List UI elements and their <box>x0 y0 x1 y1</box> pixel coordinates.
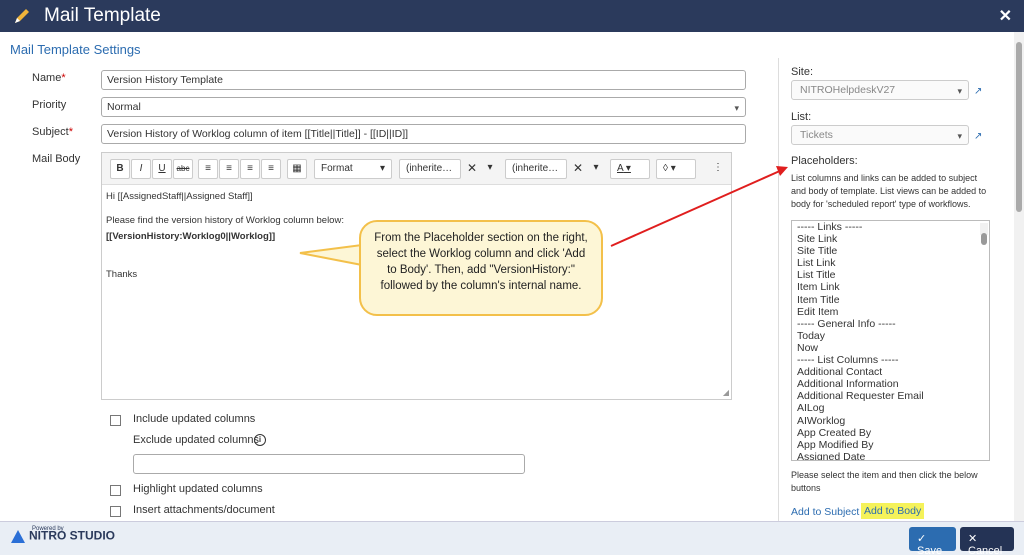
placeholder-option[interactable]: ----- General Info ----- <box>792 318 989 330</box>
add-to-subject-link[interactable]: Add to Subject <box>791 506 859 518</box>
placeholder-option[interactable]: AIWorklog <box>792 415 989 427</box>
instruction-callout: From the Placeholder section on the righ… <box>359 220 603 316</box>
pencil-icon <box>15 9 29 23</box>
select-hint: Please select the item and then click th… <box>791 470 978 493</box>
background-color-icon[interactable]: ◊ ▾ <box>656 159 696 179</box>
name-label: Name* <box>32 72 66 84</box>
subject-input[interactable]: Version History of Worklog column of ite… <box>101 124 746 144</box>
include-updated-checkbox[interactable] <box>110 415 121 426</box>
dialog-footer <box>0 521 1024 555</box>
clear-icon[interactable]: ✕ <box>462 159 482 179</box>
scrollbar[interactable] <box>980 223 988 246</box>
site-label: Site: <box>791 66 814 78</box>
page-scrollbar[interactable] <box>1014 32 1024 521</box>
list-select[interactable]: Tickets ▾ <box>791 125 969 145</box>
subject-label: Subject* <box>32 126 73 138</box>
placeholder-option[interactable]: Site Title <box>792 245 989 257</box>
close-icon[interactable]: ✕ <box>999 6 1012 26</box>
font-color-button[interactable]: A ▾ <box>610 159 650 179</box>
resize-handle[interactable]: ◢ <box>723 388 729 397</box>
bold-button[interactable]: B <box>110 159 130 179</box>
dialog-header: Mail Template ✕ <box>0 0 1024 32</box>
editor-line: Hi [[AssignedStaff||Assigned Staff]] <box>106 191 253 202</box>
mail-body-label: Mail Body <box>32 153 81 165</box>
cancel-button[interactable]: ✕ Cancel <box>960 527 1014 557</box>
placeholder-option[interactable]: ----- Links ----- <box>792 221 989 233</box>
chevron-down-icon: ▾ <box>734 103 739 113</box>
placeholders-listbox[interactable]: ----- Links ----- Site Link Site Title List… <box>791 220 990 461</box>
font-size-dropdown[interactable]: (inherite… <box>505 159 567 179</box>
section-title: Mail Template Settings <box>10 42 141 57</box>
nitro-logo-icon <box>10 528 26 544</box>
placeholder-option[interactable]: List Title <box>792 269 989 281</box>
dialog-title: Mail Template <box>44 5 161 26</box>
align-right-icon[interactable]: ≡ <box>240 159 260 179</box>
chevron-down-icon[interactable]: ▾ <box>586 159 606 179</box>
font-family-dropdown[interactable]: (inherite… <box>399 159 461 179</box>
list-label: List: <box>791 111 812 123</box>
placeholder-option[interactable]: Item Link <box>792 281 989 293</box>
align-justify-icon[interactable]: ≡ <box>261 159 281 179</box>
insert-attachments-checkbox[interactable] <box>110 506 121 517</box>
chevron-down-icon[interactable]: ▾ <box>480 159 500 179</box>
placeholder-option[interactable]: AILog <box>792 402 989 414</box>
table-icon[interactable]: ▦ <box>287 159 307 179</box>
editor-toolbar: B I U abc ≡ ≡ ≡ ≡ ▦ Format ▾ (inherite… ✕… <box>102 153 731 185</box>
info-icon[interactable]: i <box>254 434 266 446</box>
placeholder-option[interactable]: Additional Information <box>792 378 989 390</box>
align-left-icon[interactable]: ≡ <box>198 159 218 179</box>
placeholder-option[interactable]: Today <box>792 330 989 342</box>
italic-button[interactable]: I <box>131 159 151 179</box>
placeholder-option[interactable]: Site Link <box>792 233 989 245</box>
highlight-updated-checkbox[interactable] <box>110 485 121 496</box>
priority-value: Normal <box>107 101 141 113</box>
placeholder-option[interactable]: ----- List Columns ----- <box>792 354 989 366</box>
placeholder-option[interactable]: Item Title <box>792 294 989 306</box>
placeholders-label: Placeholders: <box>791 155 858 167</box>
placeholder-option[interactable]: List Link <box>792 257 989 269</box>
save-button[interactable]: ✓ Save <box>909 527 956 557</box>
placeholders-help: List columns and links can be added to s… <box>791 173 987 209</box>
exclude-updated-input[interactable] <box>133 454 525 474</box>
placeholder-option[interactable]: Edit Item <box>792 306 989 318</box>
align-center-icon[interactable]: ≡ <box>219 159 239 179</box>
external-link-icon[interactable]: ↗ <box>974 131 984 142</box>
placeholder-option[interactable]: App Created By <box>792 427 989 439</box>
clear-icon[interactable]: ✕ <box>568 159 588 179</box>
underline-button[interactable]: U <box>152 159 172 179</box>
more-icon[interactable]: ⋮ <box>708 159 728 179</box>
strike-button[interactable]: abc <box>173 159 193 179</box>
add-to-body-link[interactable]: Add to Body <box>861 503 925 519</box>
external-link-icon[interactable]: ↗ <box>974 86 984 97</box>
include-updated-label: Include updated columns <box>133 413 256 425</box>
placeholder-option[interactable]: Additional Requester Email <box>792 390 989 402</box>
nitro-logo: Powered by NITRO STUDIO <box>10 526 115 544</box>
priority-select[interactable]: Normal ▾ <box>101 97 746 117</box>
placeholder-option[interactable]: Assigned Date <box>792 451 989 460</box>
insert-attachments-label: Insert attachments/document <box>133 504 275 516</box>
highlight-updated-label: Highlight updated columns <box>133 483 263 495</box>
site-select[interactable]: NITROHelpdeskV27 ▾ <box>791 80 969 100</box>
priority-label: Priority <box>32 99 67 111</box>
placeholder-option[interactable]: Additional Contact <box>792 366 989 378</box>
placeholder-option[interactable]: Now <box>792 342 989 354</box>
exclude-updated-label: Exclude updated columns <box>133 434 259 446</box>
placeholder-option[interactable]: App Modified By <box>792 439 989 451</box>
name-input[interactable]: Version History Template <box>101 70 746 90</box>
format-dropdown[interactable]: Format ▾ <box>314 159 392 179</box>
